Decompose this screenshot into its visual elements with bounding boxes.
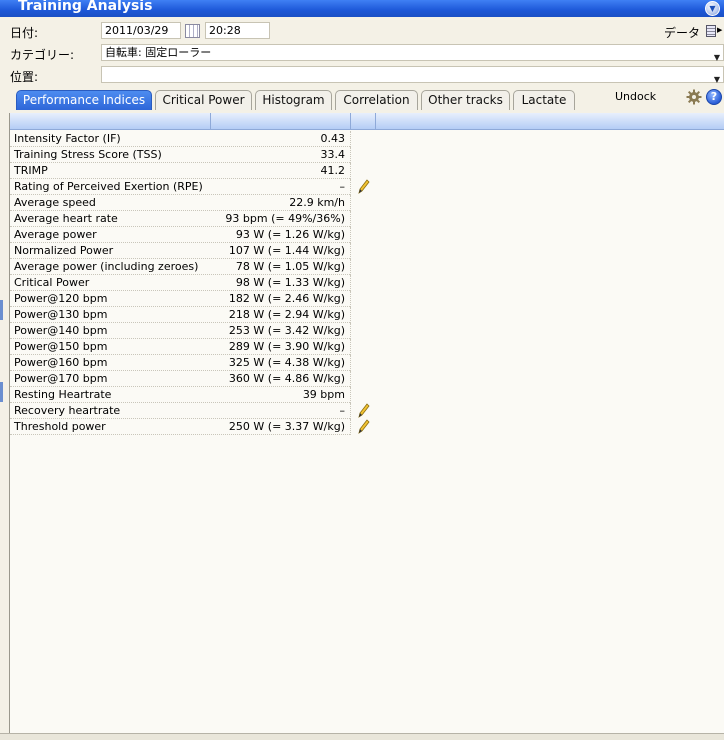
date-row: 日付: 2011/03/29 20:28 データ ▶ — [0, 21, 724, 41]
row-value: 33.4 — [320, 148, 346, 161]
column-separator[interactable] — [375, 113, 376, 130]
category-select[interactable]: 自転車: 固定ローラー ▼ — [101, 44, 724, 62]
row-label: TRIMP — [14, 164, 48, 177]
row-value: 289 W (= 3.90 W/kg) — [228, 340, 345, 353]
data-label: データ — [664, 26, 701, 40]
window-title: Training Analysis — [18, 0, 153, 14]
row-value: 93 bpm (= 49%/36%) — [225, 212, 345, 225]
table-row[interactable]: TRIMP 41.2 — [10, 163, 724, 179]
table-row[interactable]: Power@140 bpm 253 W (= 3.42 W/kg) — [10, 323, 724, 339]
row-value: 107 W (= 1.44 W/kg) — [228, 244, 345, 257]
table-row[interactable]: Critical Power 98 W (= 1.33 W/kg) — [10, 275, 724, 291]
table-row[interactable]: Average heart rate 93 bpm (= 49%/36%) — [10, 211, 724, 227]
table-row[interactable]: Average power (including zeroes) 78 W (= … — [10, 259, 724, 275]
table-row[interactable]: Power@130 bpm 218 W (= 2.94 W/kg) — [10, 307, 724, 323]
table-row[interactable]: Intensity Factor (IF) 0.43 — [10, 131, 724, 147]
row-label: Power@160 bpm — [14, 356, 108, 369]
undock-button[interactable]: Undock — [615, 90, 656, 103]
row-value: 250 W (= 3.37 W/kg) — [228, 420, 345, 433]
row-value: 182 W (= 2.46 W/kg) — [228, 292, 345, 305]
row-label: Power@150 bpm — [14, 340, 108, 353]
category-row: カテゴリー: 自転車: 固定ローラー ▼ — [0, 43, 724, 63]
table-row[interactable]: Recovery heartrate – — [10, 403, 724, 419]
row-label: Threshold power — [14, 420, 106, 433]
row-label: Power@130 bpm — [14, 308, 108, 321]
row-value: 22.9 km/h — [289, 196, 345, 209]
row-value: 218 W (= 2.94 W/kg) — [228, 308, 345, 321]
pencil-icon[interactable] — [358, 179, 370, 194]
performance-table: Intensity Factor (IF) 0.43 Training Stres… — [9, 113, 724, 733]
row-label: Average power (including zeroes) — [14, 260, 199, 273]
category-label: カテゴリー: — [10, 48, 75, 62]
row-label: Average power — [14, 228, 97, 241]
location-row: 位置: ▼ — [0, 65, 724, 85]
row-label: Power@170 bpm — [14, 372, 108, 385]
row-value: – — [339, 180, 346, 193]
column-separator[interactable] — [210, 113, 211, 130]
calendar-icon[interactable] — [185, 24, 200, 38]
row-label: Recovery heartrate — [14, 404, 121, 417]
data-sheet-icon[interactable] — [706, 25, 716, 37]
table-row[interactable]: Threshold power 250 W (= 3.37 W/kg) — [10, 419, 724, 435]
tab-histogram[interactable]: Histogram — [255, 90, 332, 110]
tab-lactate[interactable]: Lactate — [513, 90, 575, 110]
tab-other-tracks[interactable]: Other tracks — [421, 90, 510, 110]
row-label: Normalized Power — [14, 244, 114, 257]
row-value: 93 W (= 1.26 W/kg) — [235, 228, 345, 241]
row-value: 39 bpm — [302, 388, 345, 401]
table-header — [10, 113, 724, 130]
tab-critical-power[interactable]: Critical Power — [155, 90, 252, 110]
tab-bar: Performance Indices Critical Power Histo… — [0, 87, 724, 113]
date-label: 日付: — [10, 26, 39, 40]
tab-correlation[interactable]: Correlation — [335, 90, 418, 110]
row-label: Critical Power — [14, 276, 90, 289]
row-label: Average heart rate — [14, 212, 118, 225]
category-value: 自転車: 固定ローラー — [105, 46, 212, 59]
collapse-icon[interactable]: ▼ — [705, 1, 720, 16]
row-value: 253 W (= 3.42 W/kg) — [228, 324, 345, 337]
pencil-icon[interactable] — [358, 403, 370, 418]
location-select[interactable]: ▼ — [101, 66, 724, 84]
location-label: 位置: — [10, 70, 39, 84]
row-label: Intensity Factor (IF) — [14, 132, 121, 145]
row-value: 98 W (= 1.33 W/kg) — [235, 276, 345, 289]
row-value: 0.43 — [320, 132, 346, 145]
pencil-icon[interactable] — [358, 419, 370, 434]
table-body: Intensity Factor (IF) 0.43 Training Stres… — [10, 131, 724, 435]
table-row[interactable]: Power@170 bpm 360 W (= 4.86 W/kg) — [10, 371, 724, 387]
table-row[interactable]: Power@120 bpm 182 W (= 2.46 W/kg) — [10, 291, 724, 307]
row-value: – — [339, 404, 346, 417]
table-row[interactable]: Average speed 22.9 km/h — [10, 195, 724, 211]
gear-icon[interactable] — [686, 89, 702, 105]
table-row[interactable]: Power@160 bpm 325 W (= 4.38 W/kg) — [10, 355, 724, 371]
row-label: Resting Heartrate — [14, 388, 112, 401]
chevron-down-icon[interactable]: ▼ — [714, 72, 720, 87]
chevron-right-icon[interactable]: ▶ — [717, 26, 722, 34]
tab-performance-indices[interactable]: Performance Indices — [16, 90, 152, 110]
table-row[interactable]: Rating of Perceived Exertion (RPE) – — [10, 179, 724, 195]
title-bar: Training Analysis ▼ — [0, 0, 724, 17]
row-value: 78 W (= 1.05 W/kg) — [235, 260, 345, 273]
row-label: Power@120 bpm — [14, 292, 108, 305]
side-accent — [0, 300, 3, 320]
table-row[interactable]: Resting Heartrate 39 bpm — [10, 387, 724, 403]
table-row[interactable]: Average power 93 W (= 1.26 W/kg) — [10, 227, 724, 243]
row-label: Training Stress Score (TSS) — [14, 148, 162, 161]
row-label: Average speed — [14, 196, 96, 209]
row-label: Rating of Perceived Exertion (RPE) — [14, 180, 203, 193]
status-bar — [0, 733, 724, 740]
table-row[interactable]: Power@150 bpm 289 W (= 3.90 W/kg) — [10, 339, 724, 355]
side-accent — [0, 382, 3, 402]
help-icon[interactable]: ? — [706, 89, 722, 105]
date-field[interactable]: 2011/03/29 — [101, 22, 181, 39]
row-label: Power@140 bpm — [14, 324, 108, 337]
table-row[interactable]: Normalized Power 107 W (= 1.44 W/kg) — [10, 243, 724, 259]
row-value: 325 W (= 4.38 W/kg) — [228, 356, 345, 369]
column-separator[interactable] — [350, 113, 351, 130]
row-value: 41.2 — [320, 164, 346, 177]
row-value: 360 W (= 4.86 W/kg) — [228, 372, 345, 385]
chevron-down-icon[interactable]: ▼ — [714, 50, 720, 65]
time-field[interactable]: 20:28 — [205, 22, 270, 39]
table-row[interactable]: Training Stress Score (TSS) 33.4 — [10, 147, 724, 163]
